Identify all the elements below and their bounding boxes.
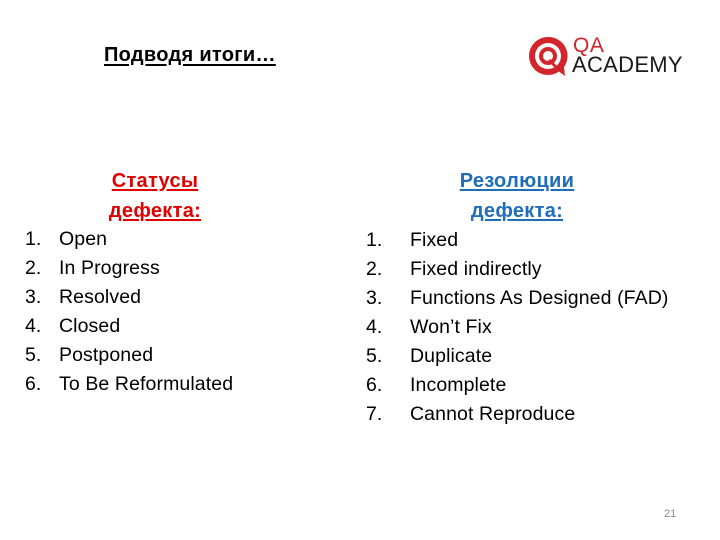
item-number: 3. — [25, 286, 42, 308]
item-label: Duplicate — [410, 345, 493, 367]
item-label: Closed — [59, 315, 121, 337]
resolutions-list: 1. Fixed 2. Fixed indirectly 3. Functions A… — [366, 226, 668, 429]
statuses-heading: Статусы дефекта: — [60, 166, 250, 226]
resolution-item: 7. Cannot Reproduce — [366, 400, 668, 429]
item-number: 2. — [25, 257, 42, 279]
qa-academy-logo-icon — [529, 36, 568, 76]
resolutions-heading-line2: дефекта: — [470, 200, 564, 222]
status-item: 3. Resolved — [25, 283, 233, 312]
item-number: 4. — [366, 316, 383, 338]
item-label: Won’t Fix — [410, 316, 492, 338]
item-number: 6. — [25, 373, 42, 395]
resolution-item: 4. Won’t Fix — [366, 313, 668, 342]
item-label: Postponed — [59, 344, 154, 366]
item-label: Resolved — [59, 286, 142, 308]
status-item: 2. In Progress — [25, 254, 233, 283]
resolutions-heading: Резолюции дефекта: — [415, 166, 619, 226]
status-item: 1. Open — [25, 225, 233, 254]
item-number: 2. — [366, 258, 383, 280]
resolution-item: 2. Fixed indirectly — [366, 255, 668, 284]
status-item: 4. Closed — [25, 312, 233, 341]
status-item: 5. Postponed — [25, 341, 233, 370]
resolutions-heading-line1: Резолюции — [459, 170, 575, 192]
slide-title: Подводя итоги… — [104, 44, 276, 66]
item-label: To Be Reformulated — [59, 373, 234, 395]
item-number: 6. — [366, 374, 383, 396]
item-label: Fixed — [410, 229, 459, 251]
item-number: 5. — [25, 344, 42, 366]
item-number: 3. — [366, 287, 383, 309]
item-label: Incomplete — [410, 374, 507, 396]
qa-academy-logo: QA ACADEMY — [526, 34, 686, 78]
resolution-item: 5. Duplicate — [366, 342, 668, 371]
item-label: In Progress — [59, 257, 160, 279]
page-number: 21 — [664, 508, 677, 520]
resolution-item: 1. Fixed — [366, 226, 668, 255]
statuses-heading-line1: Статусы — [111, 170, 199, 192]
status-item: 6. To Be Reformulated — [25, 370, 233, 399]
item-number: 5. — [366, 345, 383, 367]
resolution-item: 6. Incomplete — [366, 371, 668, 400]
statuses-heading-line2: дефекта: — [108, 200, 202, 222]
item-label: Cannot Reproduce — [410, 403, 576, 425]
item-number: 1. — [25, 228, 42, 250]
item-number: 7. — [366, 403, 383, 425]
item-number: 4. — [25, 315, 42, 337]
item-number: 1. — [366, 229, 383, 251]
resolution-item: 3. Functions As Designed (FAD) — [366, 284, 668, 313]
logo-text-academy: ACADEMY — [572, 52, 683, 77]
statuses-list: 1. Open 2. In Progress 3. Resolved 4. Closed… — [25, 225, 233, 399]
item-label: Functions As Designed (FAD) — [410, 287, 669, 309]
item-label: Open — [59, 228, 108, 250]
item-label: Fixed indirectly — [410, 258, 542, 280]
